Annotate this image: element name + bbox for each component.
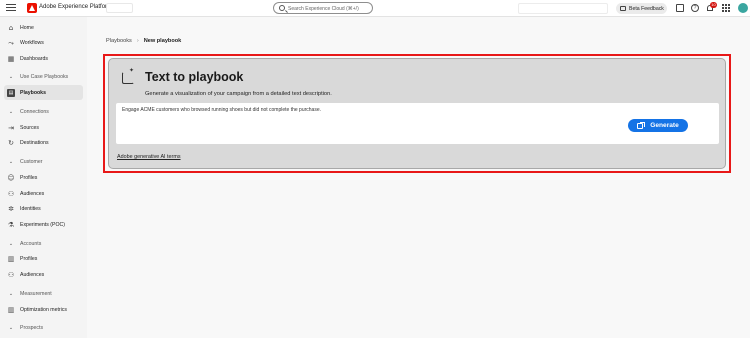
profile-icon: ☺	[7, 173, 15, 182]
sidebar-item-label: Profiles	[20, 255, 38, 262]
sidebar-item-label: Workflows	[20, 39, 44, 46]
sidebar-item-destinations[interactable]: ↻ Destinations	[0, 135, 87, 150]
sidebar-item-use-case-playbooks[interactable]: ⌄ Use Case Playbooks	[0, 69, 87, 84]
sidebar-item-connections[interactable]: ⌄ Connections	[0, 104, 87, 119]
card-title: Text to playbook	[145, 70, 244, 84]
search-icon	[279, 5, 285, 11]
account-audiences-icon: ⚇	[7, 270, 15, 279]
chevron-down-icon: ⌄	[8, 290, 14, 297]
card-subtitle: Generate a visualization of your campaig…	[145, 91, 332, 97]
sidebar-item-label: Profiles	[20, 174, 38, 181]
sidebar-item-label: Playbooks	[20, 89, 46, 96]
breadcrumb-separator: ›	[136, 38, 139, 44]
audiences-icon: ⚇	[7, 189, 15, 198]
notification-badge: 10	[710, 2, 717, 8]
app-switcher-icon[interactable]	[722, 4, 730, 12]
sidebar-item-measurement[interactable]: ⌄ Measurement	[0, 286, 87, 301]
sidebar-item-label: Audiences	[20, 271, 45, 278]
playbooks-icon: ▤	[7, 88, 15, 97]
sidebar-item-label: Customer	[20, 158, 43, 165]
chevron-down-icon: ⌄	[8, 73, 14, 80]
generate-label: Generate	[650, 122, 679, 129]
account-profiles-icon: ▥	[7, 254, 15, 263]
menu-icon[interactable]	[6, 4, 16, 13]
chevron-down-icon: ⌄	[8, 324, 14, 331]
sandbox-switcher[interactable]	[518, 3, 608, 14]
org-switcher[interactable]	[106, 3, 133, 13]
main-content: Playbooks › New playbook Text to playboo…	[87, 17, 750, 338]
avatar[interactable]	[738, 3, 748, 13]
sources-icon: ⇥	[8, 123, 14, 132]
help-icon[interactable]: ?	[691, 4, 699, 12]
sidebar-item-accounts[interactable]: ⌄ Accounts	[0, 236, 87, 251]
sidebar-item-label: Destinations	[20, 139, 49, 146]
prompt-textarea[interactable]: Engage ACME customers who browsed runnin…	[116, 103, 719, 144]
sidebar-item-dashboards[interactable]: ▦ Dashboards	[0, 51, 87, 66]
search-input[interactable]	[288, 4, 370, 13]
chevron-down-icon: ⌄	[8, 240, 14, 247]
sidebar-item-prospects[interactable]: ⌄ Prospects	[0, 320, 87, 335]
sidebar-item-label: Identities	[20, 205, 41, 212]
sidebar-item-label: Measurement	[20, 290, 52, 297]
sidebar-item-optimization-metrics[interactable]: ▥ Optimization metrics	[0, 302, 87, 317]
chevron-down-icon: ⌄	[8, 158, 14, 165]
beta-feedback-label: Beta Feedback	[629, 5, 664, 12]
sidebar-item-label: Prospects	[20, 324, 44, 331]
generate-icon	[637, 121, 646, 129]
breadcrumb-playbooks-link[interactable]: Playbooks	[106, 38, 132, 44]
sidebar-item-profiles[interactable]: ▥ Profiles	[0, 251, 87, 266]
sidebar-item-workflows[interactable]: ⤳ Workflows	[0, 35, 87, 50]
sidebar-item-audiences[interactable]: ⚇ Audiences	[0, 186, 87, 201]
sidebar-item-label: Connections	[20, 108, 49, 115]
sidebar-item-identities[interactable]: ✲ Identities	[0, 201, 87, 216]
sidebar-item-experiments-poc[interactable]: ⚗ Experiments (POC)	[0, 217, 87, 232]
beta-feedback-button[interactable]: Beta Feedback	[616, 3, 667, 14]
sidebar-item-label: Accounts	[20, 240, 42, 247]
breadcrumb-current: New playbook	[143, 38, 182, 44]
identities-icon: ✲	[8, 204, 14, 213]
metrics-icon: ▥	[7, 305, 15, 314]
top-bar: Adobe Experience Platform Beta Feedback …	[0, 0, 750, 17]
prompt-text[interactable]: Engage ACME customers who browsed runnin…	[122, 107, 321, 113]
sidebar-item-sources[interactable]: ⇥ Sources	[0, 120, 87, 135]
sidebar-item-home[interactable]: ⌂ Home	[0, 20, 87, 35]
sidebar-item-label: Home	[20, 24, 34, 31]
sidebar-item-label: Experiments (POC)	[20, 221, 65, 228]
sidebar-item-label: Dashboards	[20, 55, 48, 62]
share-icon[interactable]	[676, 4, 684, 12]
sidebar-item-label: Sources	[20, 124, 40, 131]
ai-generate-icon	[122, 67, 134, 84]
app-title: Adobe Experience Platform	[39, 4, 113, 10]
adobe-logo-icon	[27, 3, 37, 13]
destinations-icon: ↻	[8, 138, 14, 147]
sidebar-item-customer[interactable]: ⌄ Customer	[0, 154, 87, 169]
chevron-down-icon: ⌄	[8, 108, 14, 115]
breadcrumb: Playbooks › New playbook	[106, 38, 181, 44]
ai-terms-link[interactable]: Adobe generative AI terms	[117, 154, 181, 160]
sidebar-item-label: Use Case Playbooks	[20, 73, 69, 80]
sidebar-item-label: Optimization metrics	[20, 306, 67, 313]
sidebar: ⌂ Home ⤳ Workflows ▦ Dashboards ⌄ Use Case Play…	[0, 17, 87, 338]
dashboards-icon: ▦	[7, 54, 15, 63]
text-to-playbook-card: Text to playbook Generate a visualizatio…	[108, 58, 726, 169]
workflows-icon: ⤳	[8, 38, 14, 47]
generate-button[interactable]: Generate	[628, 119, 688, 132]
sidebar-item-label: Audiences	[20, 190, 45, 197]
search-field[interactable]	[273, 2, 373, 14]
home-icon: ⌂	[8, 23, 14, 32]
sidebar-item-playbooks[interactable]: ▤ Playbooks	[0, 85, 87, 100]
feedback-icon	[620, 6, 626, 11]
sidebar-item-audiences[interactable]: ⚇ Audiences	[0, 267, 87, 282]
experiments-icon: ⚗	[7, 220, 15, 229]
sidebar-item-profiles[interactable]: ☺ Profiles	[0, 170, 87, 185]
